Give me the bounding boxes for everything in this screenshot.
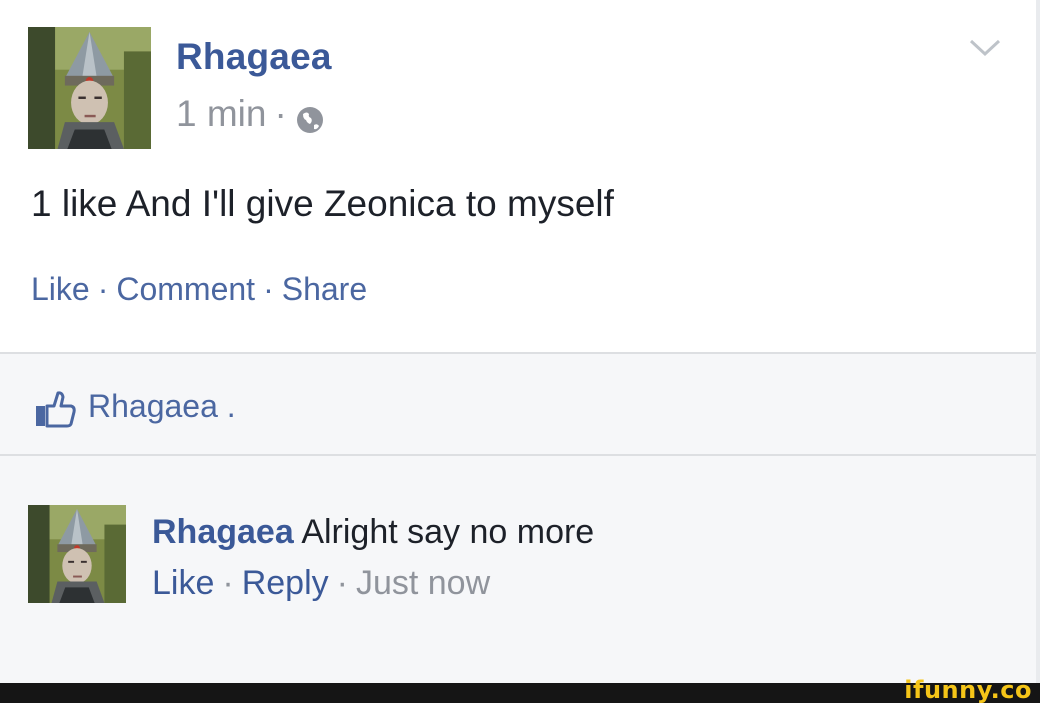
globe-icon [295,102,325,133]
comment-action-separator: · [222,564,234,602]
comment-reply-link[interactable]: Reply [242,564,329,603]
post-author-name[interactable]: Rhagaea [176,36,332,78]
comment-link[interactable]: Comment [116,271,255,308]
avatar-image [28,505,126,603]
comment-section: Rhagaea Alright say no more Like · Reply… [0,456,1036,683]
comment-author-avatar[interactable] [28,505,126,603]
like-link[interactable]: Like [31,271,90,308]
likes-text[interactable]: Rhagaea . [88,388,236,425]
watermark-logo: ifunny.co [904,676,1032,703]
comment-time: Just now [355,564,491,602]
thumbs-up-icon [36,391,76,428]
post-time[interactable]: 1 min [176,93,266,135]
comment-actions: Like · Reply · Just now [152,564,490,603]
comment-body: Rhagaea Alright say no more [152,513,594,552]
post-text: 1 like And I'll give Zeonica to myself [31,183,614,224]
comment-like-link[interactable]: Like [152,564,214,603]
time-separator: · [274,93,287,134]
likes-bar: Rhagaea . [0,352,1036,456]
action-separator: · [97,271,109,307]
post-actions: Like · Comment · Share [31,271,367,308]
post-timestamp: 1 min · [176,93,325,135]
watermark-bar: ifunny.co [0,676,1040,703]
share-link[interactable]: Share [282,271,367,308]
window-edge [1036,0,1040,683]
chevron-down-icon[interactable] [968,36,1002,60]
comment-text: Alright say no more [301,513,595,551]
author-avatar[interactable] [28,27,151,149]
avatar-image [28,27,151,149]
comment-author-name[interactable]: Rhagaea [152,513,294,551]
post-card: Rhagaea 1 min · 1 like And I'll give Zeo… [0,0,1036,352]
action-separator: · [263,271,274,307]
comment-action-separator: · [336,564,348,602]
